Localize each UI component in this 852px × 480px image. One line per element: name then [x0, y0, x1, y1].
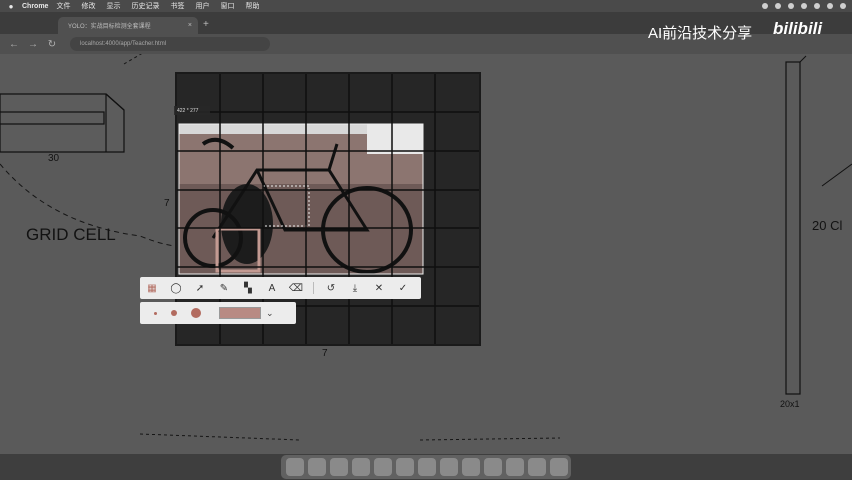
tool-options-bar: ⌄	[140, 302, 296, 324]
status-icon[interactable]	[814, 3, 820, 9]
label-7-left: 7	[164, 198, 170, 209]
toolbar-divider	[313, 282, 314, 294]
dock-app-icon[interactable]	[506, 458, 524, 476]
size-medium-option[interactable]	[171, 310, 177, 316]
reload-icon[interactable]: ↻	[47, 39, 57, 50]
undo-icon[interactable]: ↺	[319, 277, 343, 299]
confirm-icon[interactable]: ✓	[391, 277, 415, 299]
mosaic-tool-icon[interactable]: ▦	[140, 277, 164, 299]
output-tensor-box	[0, 93, 125, 153]
status-icon[interactable]	[775, 3, 781, 9]
status-area	[762, 0, 846, 12]
tab-title: YOLO：实战目标检测全套课程	[68, 24, 151, 30]
menu-item-file[interactable]: 文件	[56, 1, 70, 11]
selection-size-readout: 422 * 277	[174, 106, 210, 115]
address-bar[interactable]: localhost:4000/app/Teacher.html	[70, 37, 270, 51]
menu-item-window[interactable]: 窗口	[220, 1, 234, 11]
ellipse-tool-icon[interactable]: ◯	[164, 277, 188, 299]
label-7-bottom: 7	[322, 348, 328, 359]
dock-app-icon[interactable]	[286, 458, 304, 476]
bilibili-logo: bilibili	[773, 19, 823, 38]
pen-tool-icon[interactable]: ✎	[212, 277, 236, 299]
back-icon[interactable]: ←	[9, 39, 19, 50]
class-vector-bar	[785, 61, 801, 395]
dock-app-icon[interactable]	[374, 458, 392, 476]
menu-item-people[interactable]: 用户	[195, 1, 209, 11]
menu-item-view[interactable]: 显示	[106, 1, 120, 11]
new-tab-icon[interactable]: +	[203, 19, 209, 30]
status-icon[interactable]	[788, 3, 794, 9]
channel-watermark: AI前沿技术分享	[648, 25, 753, 42]
label-20-cl: 20 Cl	[812, 218, 843, 233]
status-icon[interactable]	[801, 3, 807, 9]
chevron-down-icon[interactable]: ⌄	[266, 308, 274, 319]
label-30: 30	[48, 153, 60, 164]
dock-app-icon[interactable]	[528, 458, 546, 476]
dock-app-icon[interactable]	[308, 458, 326, 476]
size-small-option[interactable]	[154, 311, 157, 315]
dock-app-icon[interactable]	[440, 458, 458, 476]
status-icon[interactable]	[840, 3, 846, 9]
size-large-option[interactable]	[191, 308, 201, 318]
dock-app-icon[interactable]	[462, 458, 480, 476]
url-text: localhost:4000/app/Teacher.html	[80, 41, 167, 47]
dock-app-icon[interactable]	[396, 458, 414, 476]
menu-bar: ● Chrome 文件 修改 显示 历史记录 书签 用户 窗口 帮助	[0, 0, 852, 12]
menu-item-help[interactable]: 帮助	[245, 1, 259, 11]
dock-app-icon[interactable]	[352, 458, 370, 476]
status-icon[interactable]	[762, 3, 768, 9]
trash-icon[interactable]	[550, 458, 568, 476]
close-tab-icon[interactable]: ×	[188, 22, 192, 29]
selection-region[interactable]	[178, 123, 424, 275]
color-swatch[interactable]	[219, 307, 261, 319]
eraser-tool-icon[interactable]: ⌫	[284, 277, 308, 299]
menu-item-edit[interactable]: 修改	[81, 1, 95, 11]
dock-app-icon[interactable]	[418, 458, 436, 476]
app-menu[interactable]: Chrome	[22, 3, 48, 10]
blur-tool-icon[interactable]: ▚	[236, 277, 260, 299]
apple-icon[interactable]: ●	[6, 2, 16, 11]
grid-cell-label: GRID CELL	[26, 225, 116, 244]
status-icon[interactable]	[827, 3, 833, 9]
dock-app-icon[interactable]	[484, 458, 502, 476]
dock-app-icon[interactable]	[330, 458, 348, 476]
label-20x1: 20x1	[780, 399, 800, 409]
forward-icon[interactable]: →	[28, 39, 38, 50]
menu-item-bookmarks[interactable]: 书签	[170, 1, 184, 11]
dock	[281, 455, 571, 479]
download-icon[interactable]: ⤓	[343, 277, 367, 299]
screenshot-toolbar: ▦ ◯ ➚ ✎ ▚ A ⌫ ↺ ⤓ ✕ ✓	[140, 277, 421, 299]
browser-tab[interactable]: YOLO：实战目标检测全套课程 ×	[58, 17, 198, 34]
cancel-icon[interactable]: ✕	[367, 277, 391, 299]
menu-item-history[interactable]: 历史记录	[131, 1, 159, 11]
text-tool-icon[interactable]: A	[260, 277, 284, 299]
arrow-tool-icon[interactable]: ➚	[188, 277, 212, 299]
